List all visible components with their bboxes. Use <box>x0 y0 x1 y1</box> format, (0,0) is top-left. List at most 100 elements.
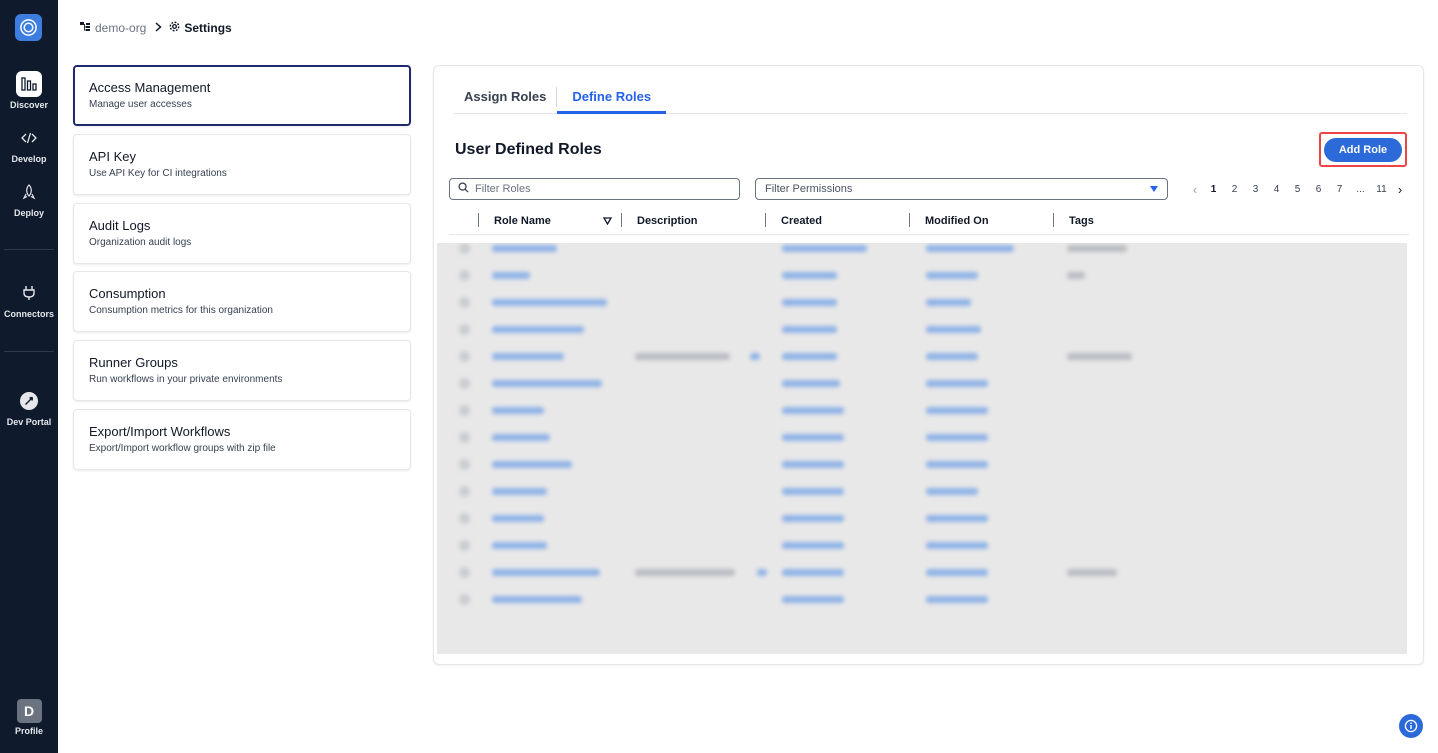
blurred-cell <box>1067 245 1127 252</box>
search-icon <box>458 180 469 198</box>
table-header: Role Name Description Created Modified O… <box>449 210 1409 235</box>
col-description[interactable]: Description <box>637 214 698 228</box>
blurred-cell <box>926 488 978 495</box>
discover-icon <box>16 71 42 97</box>
nav-deploy[interactable]: Deploy <box>0 179 58 218</box>
nav-connectors[interactable]: Connectors <box>0 280 58 319</box>
col-tags[interactable]: Tags <box>1069 214 1094 228</box>
sort-filter-icon[interactable] <box>603 214 612 228</box>
table-row[interactable] <box>437 478 1407 505</box>
table-row[interactable] <box>437 397 1407 424</box>
filter-roles-input[interactable] <box>475 183 725 195</box>
column-divider <box>478 213 479 227</box>
blurred-cell <box>926 596 988 603</box>
deploy-icon <box>16 179 42 205</box>
menu-runner-groups[interactable]: Runner Groups Run workflows in your priv… <box>73 340 411 401</box>
nav-dev-portal[interactable]: Dev Portal <box>0 388 58 427</box>
page-button[interactable]: 1 <box>1203 184 1224 195</box>
menu-consumption[interactable]: Consumption Consumption metrics for this… <box>73 271 411 332</box>
org-icon <box>80 21 90 35</box>
column-divider <box>1053 213 1054 227</box>
menu-desc: Organization audit logs <box>89 237 192 248</box>
page-button[interactable]: 4 <box>1266 184 1287 195</box>
gear-icon <box>169 21 180 35</box>
blurred-cell <box>782 461 844 468</box>
table-row[interactable] <box>437 424 1407 451</box>
table-row[interactable] <box>437 370 1407 397</box>
blurred-cell <box>492 245 557 252</box>
menu-export-import[interactable]: Export/Import Workflows Export/Import wo… <box>73 409 411 470</box>
table-row[interactable] <box>437 505 1407 532</box>
menu-title: Consumption <box>89 286 166 301</box>
column-divider <box>765 213 766 227</box>
filter-roles[interactable] <box>449 178 740 200</box>
table-row[interactable] <box>437 451 1407 478</box>
breadcrumb-org[interactable]: demo-org <box>95 21 146 35</box>
page-button[interactable]: 2 <box>1224 184 1245 195</box>
menu-audit-logs[interactable]: Audit Logs Organization audit logs <box>73 203 411 264</box>
blurred-cell <box>782 542 844 549</box>
table-row[interactable] <box>437 559 1407 586</box>
blurred-cell <box>492 461 572 468</box>
blurred-cell <box>492 299 607 306</box>
page-button[interactable]: 6 <box>1308 184 1329 195</box>
table-row[interactable] <box>437 243 1407 262</box>
plug-icon <box>16 280 42 306</box>
page-button[interactable]: 5 <box>1287 184 1308 195</box>
menu-desc: Export/Import workflow groups with zip f… <box>89 443 276 454</box>
nav-develop[interactable]: Develop <box>0 125 58 164</box>
blurred-cell <box>782 380 840 387</box>
next-page-icon[interactable]: › <box>1392 182 1408 197</box>
table-row[interactable] <box>437 289 1407 316</box>
col-role-name[interactable]: Role Name <box>494 214 551 228</box>
table-row[interactable] <box>437 262 1407 289</box>
menu-title: Access Management <box>89 80 211 95</box>
blurred-cell <box>492 407 544 414</box>
table-row[interactable] <box>437 532 1407 559</box>
rail-divider <box>4 351 54 352</box>
menu-api-key[interactable]: API Key Use API Key for CI integrations <box>73 134 411 195</box>
chevron-right-icon <box>155 21 162 35</box>
blurred-cell <box>782 245 867 252</box>
menu-access-management[interactable]: Access Management Manage user accesses <box>73 65 411 126</box>
row-expand-icon <box>459 459 470 470</box>
blurred-cell <box>492 434 550 441</box>
prev-page-icon[interactable]: ‹ <box>1187 182 1203 197</box>
row-expand-icon <box>459 486 470 497</box>
blurred-cell <box>492 326 584 333</box>
blurred-cell <box>926 299 971 306</box>
filter-permissions-select[interactable]: Filter Permissions <box>755 178 1168 200</box>
table-row[interactable] <box>437 586 1407 613</box>
blurred-cell <box>492 353 564 360</box>
add-role-button[interactable]: Add Role <box>1324 138 1402 162</box>
column-divider <box>621 213 622 227</box>
blurred-cell <box>926 461 988 468</box>
row-expand-icon <box>459 513 470 524</box>
menu-title: Audit Logs <box>89 218 151 233</box>
page-button[interactable]: 11 <box>1371 184 1392 195</box>
blurred-cell <box>782 299 837 306</box>
roles-panel: Assign Roles Define Roles User Defined R… <box>433 65 1424 665</box>
col-created[interactable]: Created <box>781 214 822 228</box>
blurred-cell <box>926 542 988 549</box>
blurred-cell <box>926 353 978 360</box>
page-button[interactable]: 7 <box>1329 184 1350 195</box>
menu-title: Runner Groups <box>89 355 178 370</box>
nav-discover[interactable]: Discover <box>0 71 58 110</box>
row-expand-icon <box>459 432 470 443</box>
code-icon <box>16 125 42 151</box>
table-row[interactable] <box>437 343 1407 370</box>
nav-profile[interactable]: D Profile <box>0 699 58 736</box>
tab-define-roles[interactable]: Define Roles <box>557 86 667 114</box>
blurred-cell <box>782 488 844 495</box>
nav-label: Develop <box>11 154 47 164</box>
page-button[interactable]: 3 <box>1245 184 1266 195</box>
table-row[interactable] <box>437 316 1407 343</box>
app-logo-icon[interactable] <box>15 14 42 41</box>
dropdown-arrow-icon <box>1150 186 1158 192</box>
tab-assign-roles[interactable]: Assign Roles <box>454 86 556 114</box>
table-body-blurred <box>437 243 1407 654</box>
info-icon[interactable] <box>1399 714 1423 738</box>
col-modified-on[interactable]: Modified On <box>925 214 989 228</box>
row-expand-icon <box>459 324 470 335</box>
